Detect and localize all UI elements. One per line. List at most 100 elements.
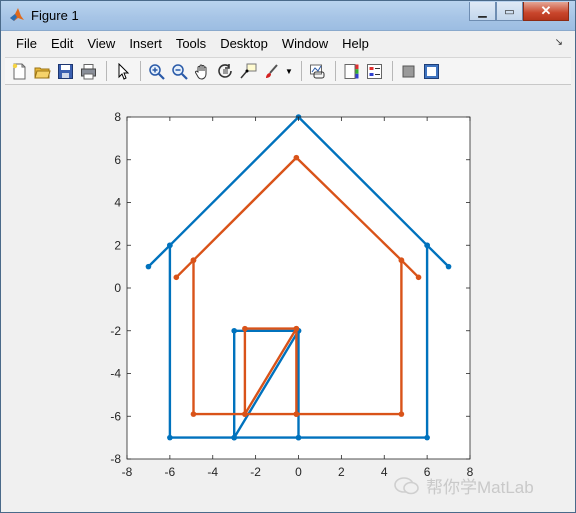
zoom-out-icon — [172, 63, 188, 80]
pan-hand-icon — [194, 64, 207, 80]
axes-plot[interactable]: -8 -6 -4 -2 0 2 4 6 886420-2-4-6-8 — [9, 87, 569, 507]
show-plot-tools-icon — [424, 63, 439, 79]
data-point — [231, 327, 237, 334]
brush-button[interactable] — [261, 61, 282, 82]
show-plot-tools-button[interactable] — [421, 61, 442, 82]
menu-desktop[interactable]: Desktop — [213, 36, 275, 51]
zoom-out-button[interactable] — [169, 61, 190, 82]
data-point — [242, 411, 248, 417]
chevron-down-icon: ▼ — [285, 66, 293, 76]
y-tick-label: -6 — [110, 409, 121, 423]
toolbar-separator — [392, 61, 393, 81]
x-tick-label: -4 — [207, 465, 218, 479]
open-file-icon — [34, 67, 51, 78]
data-point — [242, 325, 248, 332]
watermark: 帮你学MatLab — [393, 473, 534, 498]
rotate-3d-icon — [218, 63, 232, 78]
menu-view[interactable]: View — [80, 36, 122, 51]
zoom-in-button[interactable] — [146, 61, 167, 82]
data-point — [424, 242, 430, 249]
data-point — [293, 411, 300, 417]
x-tick-label: -2 — [250, 465, 261, 479]
save-icon — [58, 63, 73, 79]
open-file-button[interactable] — [32, 61, 53, 82]
legend-button[interactable] — [364, 61, 385, 82]
new-figure-button[interactable] — [9, 61, 30, 82]
maximize-button[interactable]: ▭ — [496, 2, 523, 21]
y-tick-label: 8 — [114, 110, 121, 124]
figure-toolbar: ▼ — [5, 57, 571, 85]
figure-canvas: -8 -6 -4 -2 0 2 4 6 8 8 6 4 2 0 -2 -4 -6 -8 — [9, 87, 569, 507]
y-tick-label: 4 — [114, 196, 121, 210]
pan-button[interactable] — [192, 61, 213, 82]
data-point — [190, 257, 197, 264]
data-point — [445, 263, 452, 270]
colorbar-button[interactable] — [341, 61, 362, 82]
data-point — [424, 434, 430, 441]
matlab-logo-icon — [10, 8, 24, 21]
title-bar[interactable]: Figure 1 ▁ ▭ ✕ — [1, 1, 575, 31]
dock-arrow-icon[interactable]: ↘ — [555, 37, 563, 48]
menu-bar: File Edit View Insert Tools Desktop Wind… — [9, 32, 569, 54]
pointer-button[interactable] — [112, 61, 133, 82]
x-tick-label: 4 — [381, 465, 388, 479]
menu-edit[interactable]: Edit — [44, 36, 80, 51]
pointer-icon — [118, 62, 130, 80]
data-point — [167, 242, 173, 249]
menu-insert[interactable]: Insert — [122, 36, 169, 51]
toolbar-separator — [140, 61, 141, 81]
toolbar-separator — [335, 61, 336, 81]
y-tick-label: 0 — [114, 281, 121, 295]
link-plot-button[interactable] — [307, 61, 328, 82]
new-figure-icon — [12, 63, 26, 79]
hide-plot-tools-button[interactable] — [398, 61, 419, 82]
data-cursor-button[interactable] — [238, 61, 259, 82]
data-point — [295, 434, 302, 441]
x-tick-label: 0 — [295, 465, 302, 479]
colorbar-icon — [344, 63, 359, 79]
window-controls: ▁ ▭ ✕ — [469, 2, 569, 22]
figure-window: Figure 1 ▁ ▭ ✕ File Edit View Insert Too… — [0, 0, 576, 513]
data-point — [398, 257, 405, 264]
hide-plot-tools-icon — [402, 65, 415, 77]
data-point — [190, 411, 197, 417]
toolbar-separator — [106, 61, 107, 81]
rotate-3d-button[interactable] — [215, 61, 236, 82]
wechat-logo-icon — [394, 476, 419, 494]
brush-icon — [266, 63, 278, 78]
data-point — [231, 434, 237, 441]
data-point — [167, 434, 173, 441]
data-point — [293, 325, 300, 332]
toolbar-separator — [301, 61, 302, 81]
x-tick-label: 2 — [338, 465, 345, 479]
menu-tools[interactable]: Tools — [169, 36, 213, 51]
close-icon: ✕ — [540, 3, 552, 18]
y-tick-label: -2 — [110, 324, 121, 338]
menu-help[interactable]: Help — [335, 36, 376, 51]
save-button[interactable] — [55, 61, 76, 82]
zoom-in-icon — [149, 63, 165, 80]
maximize-icon: ▭ — [504, 5, 515, 18]
link-plot-icon — [310, 64, 325, 78]
data-point — [173, 274, 180, 281]
data-point — [415, 274, 422, 281]
data-point — [145, 263, 152, 270]
menu-file[interactable]: File — [9, 36, 44, 51]
y-tick-label: 6 — [114, 153, 121, 167]
watermark-text: 帮你学MatLab — [426, 478, 534, 497]
data-point — [398, 411, 405, 417]
print-icon — [81, 63, 96, 79]
print-button[interactable] — [78, 61, 99, 82]
y-tick-label: -8 — [110, 452, 121, 466]
legend-icon — [367, 63, 382, 79]
y-tick-label: -4 — [110, 367, 121, 381]
menu-window[interactable]: Window — [275, 36, 335, 51]
data-point — [293, 154, 300, 161]
x-tick-label: -6 — [165, 465, 176, 479]
close-button[interactable]: ✕ — [523, 2, 569, 21]
x-tick-label: -8 — [122, 465, 133, 479]
minimize-icon: ▁ — [478, 5, 487, 18]
brush-dropdown[interactable]: ▼ — [284, 61, 294, 82]
data-cursor-icon — [240, 63, 257, 78]
minimize-button[interactable]: ▁ — [469, 2, 496, 21]
